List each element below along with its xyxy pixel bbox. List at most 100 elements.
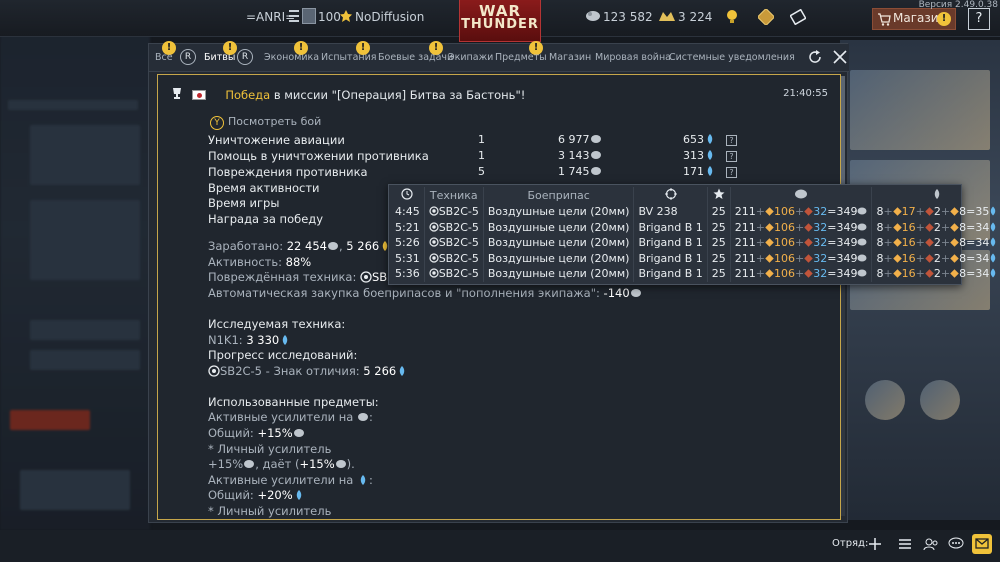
premium-badge-icon[interactable] [756, 7, 776, 28]
row-ammo: Воздушные цели (20мм) [483, 250, 635, 266]
version-label: Версия 2.49.0.38 [918, 0, 998, 10]
stat-count: 1 [478, 149, 485, 162]
list-icon[interactable] [898, 537, 912, 554]
research-point-icon [296, 490, 301, 500]
row-ammo: Воздушные цели (20мм) [483, 235, 635, 251]
star-icon [707, 187, 731, 204]
stat-label: Помощь в уничтожении противника [208, 149, 429, 163]
row-rp-breakdown: 8+ 16+ 2+ 8=34 [872, 251, 1000, 267]
items-title: Использованные предметы: [208, 395, 379, 409]
stat-label: Уничтожение авиации [208, 133, 345, 147]
war-thunder-logo[interactable]: WAR THUNDER [459, 0, 541, 42]
row-vehicle: SB2C-5 [424, 250, 484, 266]
silver-lion-icon [730, 187, 873, 204]
tab-battle-tasks[interactable]: Боевые задачи [378, 52, 453, 63]
help-button[interactable]: ? [968, 8, 990, 30]
mission-result: Победа [225, 88, 271, 102]
row-score: 25 [707, 235, 731, 251]
silver-lion-icon [335, 460, 346, 468]
row-time: 5:31 [391, 250, 425, 266]
research-line: N1K1: 3 330 [208, 333, 291, 347]
row-target: BV 238 [633, 204, 708, 220]
stat-silver: 1 745 [558, 165, 602, 178]
research-point-icon [872, 187, 1000, 204]
stat-help-icon[interactable]: ? [726, 133, 737, 146]
r-button-left[interactable]: R [180, 49, 196, 65]
logo-line-2: THUNDER [461, 17, 539, 32]
personal-booster-detail: +15%, даёт (+15%). [208, 457, 355, 471]
refresh-icon[interactable] [807, 49, 823, 69]
menu-icon[interactable] [288, 8, 300, 27]
tab-crews[interactable]: Экипажи [448, 52, 493, 63]
stat-label: Время активности [208, 181, 320, 195]
tab-bar: ! Все R ! Битвы R ! Экономика ! Испытани… [149, 41, 849, 72]
earned-line: Заработано: 22 454, 5 266 [208, 239, 391, 253]
scrollbar[interactable] [841, 76, 845, 516]
silver-lion-icon [327, 242, 338, 250]
tooltip-row: 4:45 SB2C-5 Воздушные цели (20мм) BV 238 25 2… [391, 204, 1000, 220]
tab-system-notifications[interactable]: Системные уведомления [669, 52, 795, 63]
tab-economy[interactable]: Экономика [264, 52, 319, 63]
research-title: Исследуемая техника: [208, 317, 346, 331]
tab-items[interactable]: Предметы [495, 52, 547, 63]
stat-rp: 313 [683, 149, 716, 162]
crosshair-icon [633, 187, 708, 204]
r-button-right[interactable]: R [237, 49, 253, 65]
watch-replay-label: Посмотреть бой [228, 115, 322, 128]
mail-icon[interactable] [972, 534, 992, 557]
autobuy-line: Автоматическая закупка боеприпасов и "по… [208, 286, 642, 300]
avatar[interactable] [302, 8, 316, 27]
row-rp-breakdown: 8+ 16+ 2+ 8=34 [872, 220, 1000, 236]
stat-help-icon[interactable]: ? [726, 149, 737, 162]
clan-name[interactable]: NoDiffusion [355, 10, 424, 24]
clock-icon [391, 187, 425, 204]
tab-world-war[interactable]: Мировая война [595, 52, 671, 63]
tab-tests[interactable]: Испытания [321, 52, 377, 63]
shop-button[interactable]: Магазин ! [872, 8, 956, 30]
y-key-icon: Y [210, 116, 224, 130]
tab-shop[interactable]: Магазин [549, 52, 591, 63]
research-point-icon [707, 134, 713, 144]
row-silver-breakdown: 211+ 106+ 32=349 [730, 204, 873, 220]
scrollbar-thumb[interactable] [841, 76, 845, 186]
silver-lion-icon [358, 413, 368, 421]
lightbulb-icon[interactable] [726, 9, 738, 28]
tooltip-header-row: Техника Боеприпас [391, 187, 1000, 204]
progress-title: Прогресс исследований: [208, 348, 358, 362]
research-point-icon [360, 475, 366, 485]
silver-lion-icon [590, 167, 601, 175]
watch-replay-link[interactable]: Y Посмотреть бой [210, 115, 321, 130]
row-silver-breakdown: 211+ 106+ 32=349 [730, 219, 873, 235]
row-time: 5:21 [391, 219, 425, 235]
tooltip-row: 5:36 SB2C-5 Воздушные цели (20мм) Brigand B… [391, 266, 1000, 282]
cart-icon [877, 12, 891, 29]
row-time: 5:36 [391, 266, 425, 282]
top-bar: =ANRI= 100 NoDiffusion WAR THUNDER 123 5… [0, 0, 1000, 42]
row-vehicle: SB2C-5 [424, 266, 484, 282]
silver-lion-icon [590, 135, 601, 143]
coupon-icon[interactable] [789, 8, 807, 28]
plus-icon[interactable] [868, 537, 882, 554]
row-ammo: Воздушные цели (20мм) [483, 266, 635, 282]
chat-icon[interactable] [948, 537, 964, 554]
tooltip-row: 5:26 SB2C-5 Воздушные цели (20мм) Brigand B… [391, 235, 1000, 251]
header-ammo: Боеприпас [483, 187, 635, 204]
tab-all[interactable]: Все [155, 52, 173, 63]
row-ammo: Воздушные цели (20мм) [483, 219, 635, 235]
stat-rp: 171 [683, 165, 716, 178]
row-rp-breakdown: 8+ 17+ 2+ 8=35 [872, 204, 1000, 220]
golden-eagles-balance: 3 224 [678, 10, 713, 24]
stat-count: 5 [478, 165, 485, 178]
mission-time: 21:40:55 [783, 88, 828, 99]
research-point-icon [283, 335, 288, 345]
stat-help-icon[interactable]: ? [726, 165, 737, 178]
contacts-icon[interactable] [923, 537, 939, 554]
close-icon[interactable] [832, 49, 848, 69]
stat-silver: 6 977 [558, 133, 602, 146]
tooltip-row: 5:31 SB2C-5 Воздушные цели (20мм) Brigand B… [391, 250, 1000, 267]
research-point-icon [707, 150, 713, 160]
aircraft-icon [208, 365, 220, 377]
logo-line-1: WAR [478, 2, 522, 20]
tab-battles[interactable]: Битвы [204, 52, 235, 63]
stat-label: Повреждения противника [208, 165, 368, 179]
